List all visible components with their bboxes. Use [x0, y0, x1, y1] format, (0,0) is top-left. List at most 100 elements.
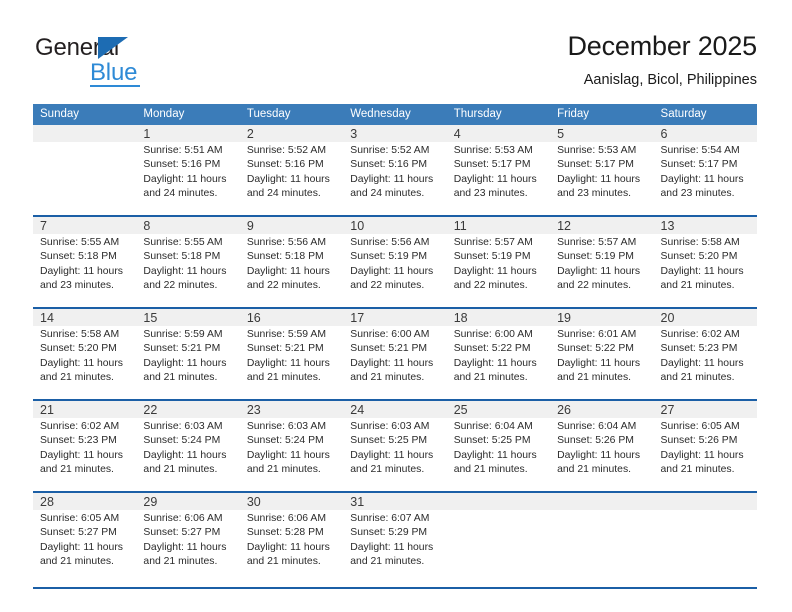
day-info: Sunrise: 6:05 AM Sunset: 5:26 PM Daylight:… — [661, 420, 751, 478]
day-number-cell[interactable]: 12 — [550, 216, 654, 234]
day-info: Sunrise: 6:06 AM Sunset: 5:28 PM Daylight:… — [247, 512, 337, 570]
day-number-cell[interactable]: 24 — [343, 400, 447, 418]
day-number: 10 — [350, 219, 365, 233]
day-info: Sunrise: 5:57 AM Sunset: 5:19 PM Daylight:… — [454, 236, 544, 294]
day-detail-cell[interactable]: Sunrise: 6:04 AM Sunset: 5:26 PM Daylight:… — [550, 418, 654, 490]
daylight-text-line1: Daylight: 11 hours — [40, 265, 123, 277]
day-number-cell[interactable]: 9 — [239, 216, 344, 234]
day-number-cell[interactable]: 10 — [343, 216, 447, 234]
day-number-cell[interactable]: 11 — [446, 216, 551, 234]
sunrise-text: Sunrise: 6:03 AM — [143, 421, 223, 432]
general-blue-logo[interactable]: General Blue — [35, 34, 235, 90]
day-number-cell[interactable]: 30 — [239, 492, 344, 510]
day-number-cell[interactable]: 14 — [33, 308, 137, 326]
day-detail-cell[interactable]: Sunrise: 6:04 AM Sunset: 5:25 PM Daylight:… — [446, 418, 551, 490]
sunrise-text: Sunrise: 6:06 AM — [246, 513, 326, 524]
day-number-cell[interactable]: 1 — [136, 125, 240, 142]
day-detail-cell[interactable]: Sunrise: 5:58 AM Sunset: 5:20 PM Daylight:… — [33, 326, 137, 398]
day-number-cell[interactable]: 17 — [343, 308, 447, 326]
day-detail-cell[interactable]: Sunrise: 6:01 AM Sunset: 5:22 PM Daylight:… — [550, 326, 654, 398]
day-number-cell[interactable]: 7 — [33, 216, 137, 234]
day-detail-cell[interactable]: Sunrise: 5:53 AM Sunset: 5:17 PM Daylight:… — [446, 142, 551, 214]
day-detail-cell[interactable]: Sunrise: 5:57 AM Sunset: 5:19 PM Daylight:… — [446, 234, 551, 306]
daylight-text-line2: and 21 minutes. — [453, 464, 528, 476]
day-info: Sunrise: 6:02 AM Sunset: 5:23 PM Daylight:… — [40, 420, 130, 478]
day-number-cell[interactable]: 4 — [446, 125, 551, 142]
day-detail-cell[interactable]: Sunrise: 6:06 AM Sunset: 5:28 PM Daylight:… — [239, 510, 344, 586]
day-detail-cell[interactable]: Sunrise: 6:02 AM Sunset: 5:23 PM Daylight:… — [653, 326, 757, 398]
day-number: 11 — [453, 219, 467, 233]
day-number-cell[interactable]: 23 — [239, 400, 344, 418]
day-detail-cell[interactable]: Sunrise: 6:03 AM Sunset: 5:25 PM Daylight:… — [343, 418, 447, 490]
daylight-text-line1: Daylight: 11 hours — [246, 357, 330, 369]
day-number: 20 — [660, 311, 675, 325]
day-number-cell[interactable]: 15 — [136, 308, 240, 326]
sunrise-text: Sunrise: 5:51 AM — [143, 145, 223, 156]
daylight-text-line2: and 21 minutes. — [557, 464, 632, 476]
day-detail-cell — [33, 142, 137, 214]
day-detail-cell[interactable]: Sunrise: 5:51 AM Sunset: 5:16 PM Daylight:… — [136, 142, 240, 214]
daylight-text-line1: Daylight: 11 hours — [246, 449, 330, 461]
day-detail-cell[interactable]: Sunrise: 5:54 AM Sunset: 5:17 PM Daylight:… — [653, 142, 757, 214]
day-info: Sunrise: 5:55 AM Sunset: 5:18 PM Daylight:… — [143, 236, 233, 294]
daylight-text-line1: Daylight: 11 hours — [660, 449, 744, 461]
day-detail-cell[interactable]: Sunrise: 5:58 AM Sunset: 5:20 PM Daylight:… — [653, 234, 757, 306]
day-detail-cell[interactable]: Sunrise: 5:55 AM Sunset: 5:18 PM Daylight:… — [33, 234, 137, 306]
day-number-cell[interactable]: 25 — [446, 400, 551, 418]
day-detail-cell[interactable]: Sunrise: 5:57 AM Sunset: 5:19 PM Daylight:… — [550, 234, 654, 306]
day-detail-cell[interactable]: Sunrise: 5:59 AM Sunset: 5:21 PM Daylight:… — [136, 326, 240, 398]
day-detail-cell[interactable]: Sunrise: 5:55 AM Sunset: 5:18 PM Daylight:… — [136, 234, 240, 306]
day-number-cell[interactable]: 3 — [343, 125, 447, 142]
daylight-text-line1: Daylight: 11 hours — [40, 449, 123, 461]
sunset-text: Sunset: 5:26 PM — [557, 435, 634, 447]
day-detail-cell[interactable]: Sunrise: 6:05 AM Sunset: 5:27 PM Daylight:… — [33, 510, 137, 586]
day-number-cell[interactable]: 18 — [446, 308, 551, 326]
day-number-cell[interactable]: 5 — [550, 125, 654, 142]
sunrise-text: Sunrise: 5:54 AM — [660, 145, 740, 156]
day-number-cell[interactable]: 31 — [343, 492, 447, 510]
sunset-text: Sunset: 5:20 PM — [40, 343, 117, 355]
day-detail-cell[interactable]: Sunrise: 6:03 AM Sunset: 5:24 PM Daylight:… — [239, 418, 344, 490]
day-detail-cell[interactable]: Sunrise: 6:03 AM Sunset: 5:24 PM Daylight:… — [136, 418, 240, 490]
day-detail-cell[interactable]: Sunrise: 5:59 AM Sunset: 5:21 PM Daylight:… — [239, 326, 344, 398]
daylight-text-line2: and 21 minutes. — [143, 372, 218, 384]
day-number-cell — [33, 125, 137, 142]
day-detail-cell[interactable]: Sunrise: 6:06 AM Sunset: 5:27 PM Daylight:… — [136, 510, 240, 586]
day-detail-cell[interactable]: Sunrise: 6:00 AM Sunset: 5:22 PM Daylight:… — [446, 326, 551, 398]
day-detail-cell[interactable]: Sunrise: 6:07 AM Sunset: 5:29 PM Daylight:… — [343, 510, 447, 586]
day-number-cell[interactable]: 16 — [239, 308, 344, 326]
day-info: Sunrise: 5:56 AM Sunset: 5:18 PM Daylight:… — [247, 236, 337, 294]
day-info: Sunrise: 5:55 AM Sunset: 5:18 PM Daylight:… — [40, 236, 130, 294]
sunrise-text: Sunrise: 5:55 AM — [143, 237, 223, 248]
day-number-cell[interactable]: 22 — [136, 400, 240, 418]
day-detail-cell[interactable]: Sunrise: 5:52 AM Sunset: 5:16 PM Daylight:… — [239, 142, 344, 214]
day-number-cell[interactable]: 2 — [239, 125, 344, 142]
day-detail-cell[interactable]: Sunrise: 5:56 AM Sunset: 5:18 PM Daylight:… — [239, 234, 344, 306]
day-info: Sunrise: 5:52 AM Sunset: 5:16 PM Daylight:… — [247, 144, 337, 202]
day-detail-cell[interactable]: Sunrise: 5:52 AM Sunset: 5:16 PM Daylight:… — [343, 142, 447, 214]
daylight-text-line2: and 23 minutes. — [557, 188, 632, 200]
day-number-cell[interactable]: 21 — [33, 400, 137, 418]
day-number-cell[interactable]: 29 — [136, 492, 240, 510]
day-detail-cell[interactable]: Sunrise: 6:02 AM Sunset: 5:23 PM Daylight:… — [33, 418, 137, 490]
day-number-cell[interactable]: 8 — [136, 216, 240, 234]
day-detail-cell[interactable]: Sunrise: 5:56 AM Sunset: 5:19 PM Daylight:… — [343, 234, 447, 306]
day-number-cell[interactable]: 27 — [653, 400, 757, 418]
day-number-cell[interactable]: 26 — [550, 400, 654, 418]
day-number: 29 — [143, 495, 158, 509]
sunset-text: Sunset: 5:18 PM — [40, 251, 117, 263]
day-detail-cell[interactable]: Sunrise: 6:05 AM Sunset: 5:26 PM Daylight:… — [653, 418, 757, 490]
daylight-text-line1: Daylight: 11 hours — [453, 265, 537, 277]
day-number-cell[interactable]: 19 — [550, 308, 654, 326]
day-number-cell[interactable]: 28 — [33, 492, 137, 510]
daylight-text-line2: and 23 minutes. — [660, 188, 735, 200]
day-detail-cell[interactable]: Sunrise: 5:53 AM Sunset: 5:17 PM Daylight:… — [550, 142, 654, 214]
day-detail-cell[interactable]: Sunrise: 6:00 AM Sunset: 5:21 PM Daylight:… — [343, 326, 447, 398]
day-number-cell[interactable]: 13 — [653, 216, 757, 234]
daylight-text-line1: Daylight: 11 hours — [350, 173, 434, 185]
day-number-cell[interactable]: 20 — [653, 308, 757, 326]
calendar-body: 1 2 3 4 5 6 Sunrise: 5:51 AM Sunset: 5:16 PM Day… — [33, 125, 757, 589]
day-number-cell[interactable]: 6 — [653, 125, 757, 142]
daylight-text-line2: and 22 minutes. — [246, 280, 321, 292]
sunset-text: Sunset: 5:21 PM — [143, 343, 221, 355]
